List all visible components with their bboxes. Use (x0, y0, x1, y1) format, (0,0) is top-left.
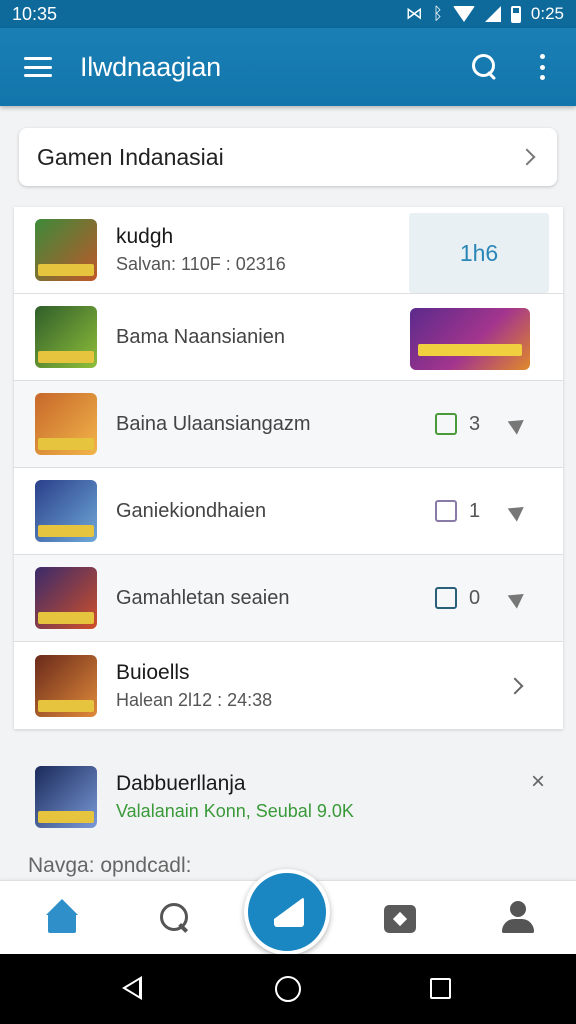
profile-icon[interactable] (500, 899, 538, 937)
center-action-button[interactable] (244, 869, 330, 955)
game-title: Gamahletan seaien (116, 586, 290, 609)
status-icons: ⋈ ᛒ 0:25 (406, 4, 564, 24)
more-options-icon[interactable] (540, 54, 546, 80)
battery-icon (510, 5, 521, 23)
game-title: Buioells (116, 660, 190, 684)
item-count: 1 (469, 499, 481, 522)
status-bar: 10:35 ⋈ ᛒ 0:25 (0, 0, 576, 28)
list-item[interactable]: Ganiekiondhaien 1 (14, 468, 563, 555)
discover-icon[interactable] (156, 899, 194, 937)
back-icon[interactable] (122, 976, 142, 1000)
chevron-right-icon (518, 148, 536, 166)
search-icon[interactable] (470, 52, 500, 82)
notification-subtitle: Valalanain Konn, Seubal 9.0K (116, 801, 354, 821)
game-title: Ganiekiondhaien (116, 499, 267, 522)
list-item[interactable]: kudgh Salvan: 110F : 02316 1h6 (14, 207, 563, 294)
recent-apps-icon[interactable] (430, 978, 451, 999)
game-thumbnail (35, 654, 97, 717)
list-item[interactable]: Buioells Halean 2l12 : 24:38 (14, 642, 563, 729)
checkbox[interactable] (435, 413, 457, 435)
item-count: 3 (469, 412, 481, 435)
system-navigation-bar (0, 954, 576, 1024)
list-item[interactable]: Gamahletan seaien 0 (14, 555, 563, 642)
game-list: kudgh Salvan: 110F : 02316 1h6 Bama Naan… (14, 207, 563, 729)
status-time: 10:35 (12, 3, 58, 24)
list-item[interactable]: Bama Naansianien (14, 294, 563, 381)
game-thumbnail (35, 480, 97, 542)
status-clock-right: 0:25 (530, 4, 564, 23)
pin-icon[interactable] (507, 587, 529, 609)
item-count: 0 (469, 586, 481, 609)
game-thumbnail (35, 393, 97, 455)
game-thumbnail (35, 306, 97, 368)
bluetooth-icon: ᛒ (432, 4, 443, 23)
checkbox[interactable] (435, 587, 457, 609)
game-thumbnail (35, 766, 97, 828)
notification-title: Dabbuerllanja (116, 772, 246, 795)
checkbox[interactable] (435, 500, 457, 522)
score-box[interactable]: 1h6 (409, 213, 549, 293)
promo-banner-image[interactable] (410, 308, 530, 370)
app-bar: Ilwdnaagian (0, 28, 576, 106)
home-button-icon[interactable] (275, 976, 301, 1002)
chevron-right-icon (506, 677, 524, 694)
download-notification[interactable]: Dabbuerllanja Valalanain Konn, Seubal 9.… (14, 752, 563, 842)
close-icon[interactable]: × (531, 768, 545, 796)
footer-text: Navga: opndcadl: (28, 854, 192, 877)
pin-icon[interactable] (507, 500, 529, 522)
app-title: Ilwdnaagian (80, 51, 221, 82)
home-icon[interactable] (43, 899, 81, 937)
game-thumbnail (35, 219, 97, 281)
game-title: Baina Ulaansiangazm (116, 412, 311, 435)
signal-icon (484, 6, 501, 22)
menu-icon[interactable] (24, 57, 52, 77)
game-thumbnail (35, 567, 97, 629)
games-icon[interactable] (382, 899, 420, 937)
game-subtitle: Halean 2l12 : 24:38 (116, 689, 273, 710)
category-label: Gamen Indanasiai (37, 143, 224, 170)
category-selector[interactable]: Gamen Indanasiai (19, 128, 557, 186)
pin-icon[interactable] (507, 413, 529, 435)
vibrate-icon: ⋈ (405, 4, 423, 23)
list-item[interactable]: Baina Ulaansiangazm 3 (14, 381, 563, 468)
wifi-icon (452, 6, 475, 22)
bottom-navigation (0, 869, 576, 955)
